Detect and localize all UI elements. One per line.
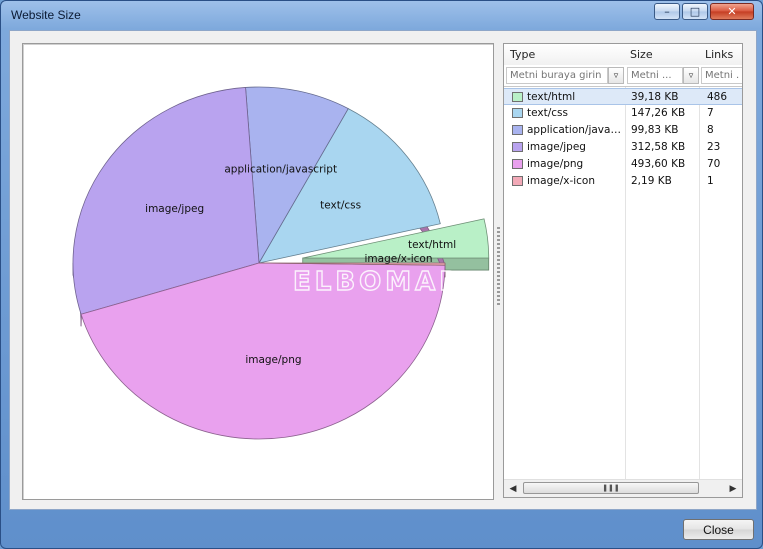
maximize-icon: □ xyxy=(689,5,701,18)
grid-header: Type Size Links xyxy=(504,44,742,66)
minimize-button[interactable]: – xyxy=(654,3,680,20)
scroll-right-arrow-icon[interactable]: ▶ xyxy=(726,482,740,495)
color-swatch xyxy=(512,125,523,135)
type-filter-button[interactable]: ▿ xyxy=(608,67,624,84)
scroll-thumb[interactable]: ❚❚❚ xyxy=(523,482,699,494)
filter-icon: ▿ xyxy=(688,70,694,81)
cell-type: text/html xyxy=(527,91,576,103)
table-row[interactable]: application/javas... 99,83 KB 8 xyxy=(504,122,742,139)
cell-links: 8 xyxy=(707,124,714,136)
table-row[interactable]: text/css 147,26 KB 7 xyxy=(504,105,742,122)
client-area: ELBOMAR text/html text/css application/java… xyxy=(9,30,757,510)
color-swatch xyxy=(512,108,523,118)
table-row[interactable]: image/jpeg 312,58 KB 23 xyxy=(504,139,742,156)
grip-icon: ❚❚❚ xyxy=(602,484,620,492)
horizontal-scrollbar[interactable]: ◀ ❚❚❚ ▶ xyxy=(504,479,742,497)
cell-links: 486 xyxy=(707,91,728,103)
links-filter-input[interactable] xyxy=(701,67,742,84)
maximize-button[interactable]: □ xyxy=(682,3,708,20)
color-swatch xyxy=(512,176,523,186)
cell-size: 147,26 KB xyxy=(631,107,686,119)
cell-size: 99,83 KB xyxy=(631,124,679,136)
watermark-text: ELBOMAR xyxy=(293,267,463,297)
table-row[interactable]: image/png 493,60 KB 70 xyxy=(504,156,742,173)
scroll-left-arrow-icon[interactable]: ◀ xyxy=(506,482,520,495)
window-controls: – □ ✕ xyxy=(654,3,754,20)
cell-links: 1 xyxy=(707,175,714,187)
filter-icon: ▿ xyxy=(613,70,619,81)
pie-label-text/css: text/css xyxy=(320,200,361,212)
pie-label-image/png: image/png xyxy=(245,354,301,366)
panel-splitter[interactable] xyxy=(497,227,500,307)
minimize-icon: – xyxy=(664,5,670,18)
color-swatch xyxy=(512,142,523,152)
cell-type: image/jpeg xyxy=(527,141,586,153)
cell-links: 23 xyxy=(707,141,721,153)
window-title: Website Size xyxy=(11,8,81,22)
table-row[interactable]: text/html 39,18 KB 486 xyxy=(504,88,742,105)
website-size-window: Website Size – □ ✕ ELBOMAR text/html text/… xyxy=(0,0,763,549)
close-window-button[interactable]: ✕ xyxy=(710,3,754,20)
cell-type: application/javas... xyxy=(527,124,622,136)
close-icon: ✕ xyxy=(727,5,737,18)
cell-size: 2,19 KB xyxy=(631,175,672,187)
pie-chart: ELBOMAR text/html text/css application/java… xyxy=(72,86,490,440)
size-filter-input[interactable] xyxy=(627,67,683,84)
cell-type: image/x-icon xyxy=(527,175,596,187)
pie-label-image/jpeg: image/jpeg xyxy=(145,203,204,215)
cell-size: 493,60 KB xyxy=(631,158,686,170)
cell-links: 7 xyxy=(707,107,714,119)
column-header-size[interactable]: Size xyxy=(630,48,653,61)
pie-label-image/x-icon: image/x-icon xyxy=(364,253,432,265)
pie-label-application/javascript: application/javascript xyxy=(224,163,337,175)
color-swatch xyxy=(512,159,523,169)
filter-row: ▿ ▿ xyxy=(504,65,742,87)
table-row[interactable]: image/x-icon 2,19 KB 1 xyxy=(504,173,742,190)
color-swatch xyxy=(512,92,523,102)
type-filter-input[interactable] xyxy=(506,67,608,84)
pie-chart-panel: ELBOMAR text/html text/css application/java… xyxy=(22,43,494,500)
cell-type: image/png xyxy=(527,158,584,170)
cell-size: 39,18 KB xyxy=(631,91,679,103)
title-bar[interactable]: Website Size – □ ✕ xyxy=(1,1,762,31)
pie-label-text/html: text/html xyxy=(408,239,456,251)
cell-size: 312,58 KB xyxy=(631,141,686,153)
column-header-links[interactable]: Links xyxy=(705,48,733,61)
close-button[interactable]: Close xyxy=(683,519,754,540)
cell-links: 70 xyxy=(707,158,721,170)
data-grid: Type Size Links ▿ ▿ text/html 39,18 KB 486… xyxy=(503,43,743,498)
size-filter-button[interactable]: ▿ xyxy=(683,67,699,84)
cell-type: text/css xyxy=(527,107,568,119)
column-header-type[interactable]: Type xyxy=(510,48,535,61)
